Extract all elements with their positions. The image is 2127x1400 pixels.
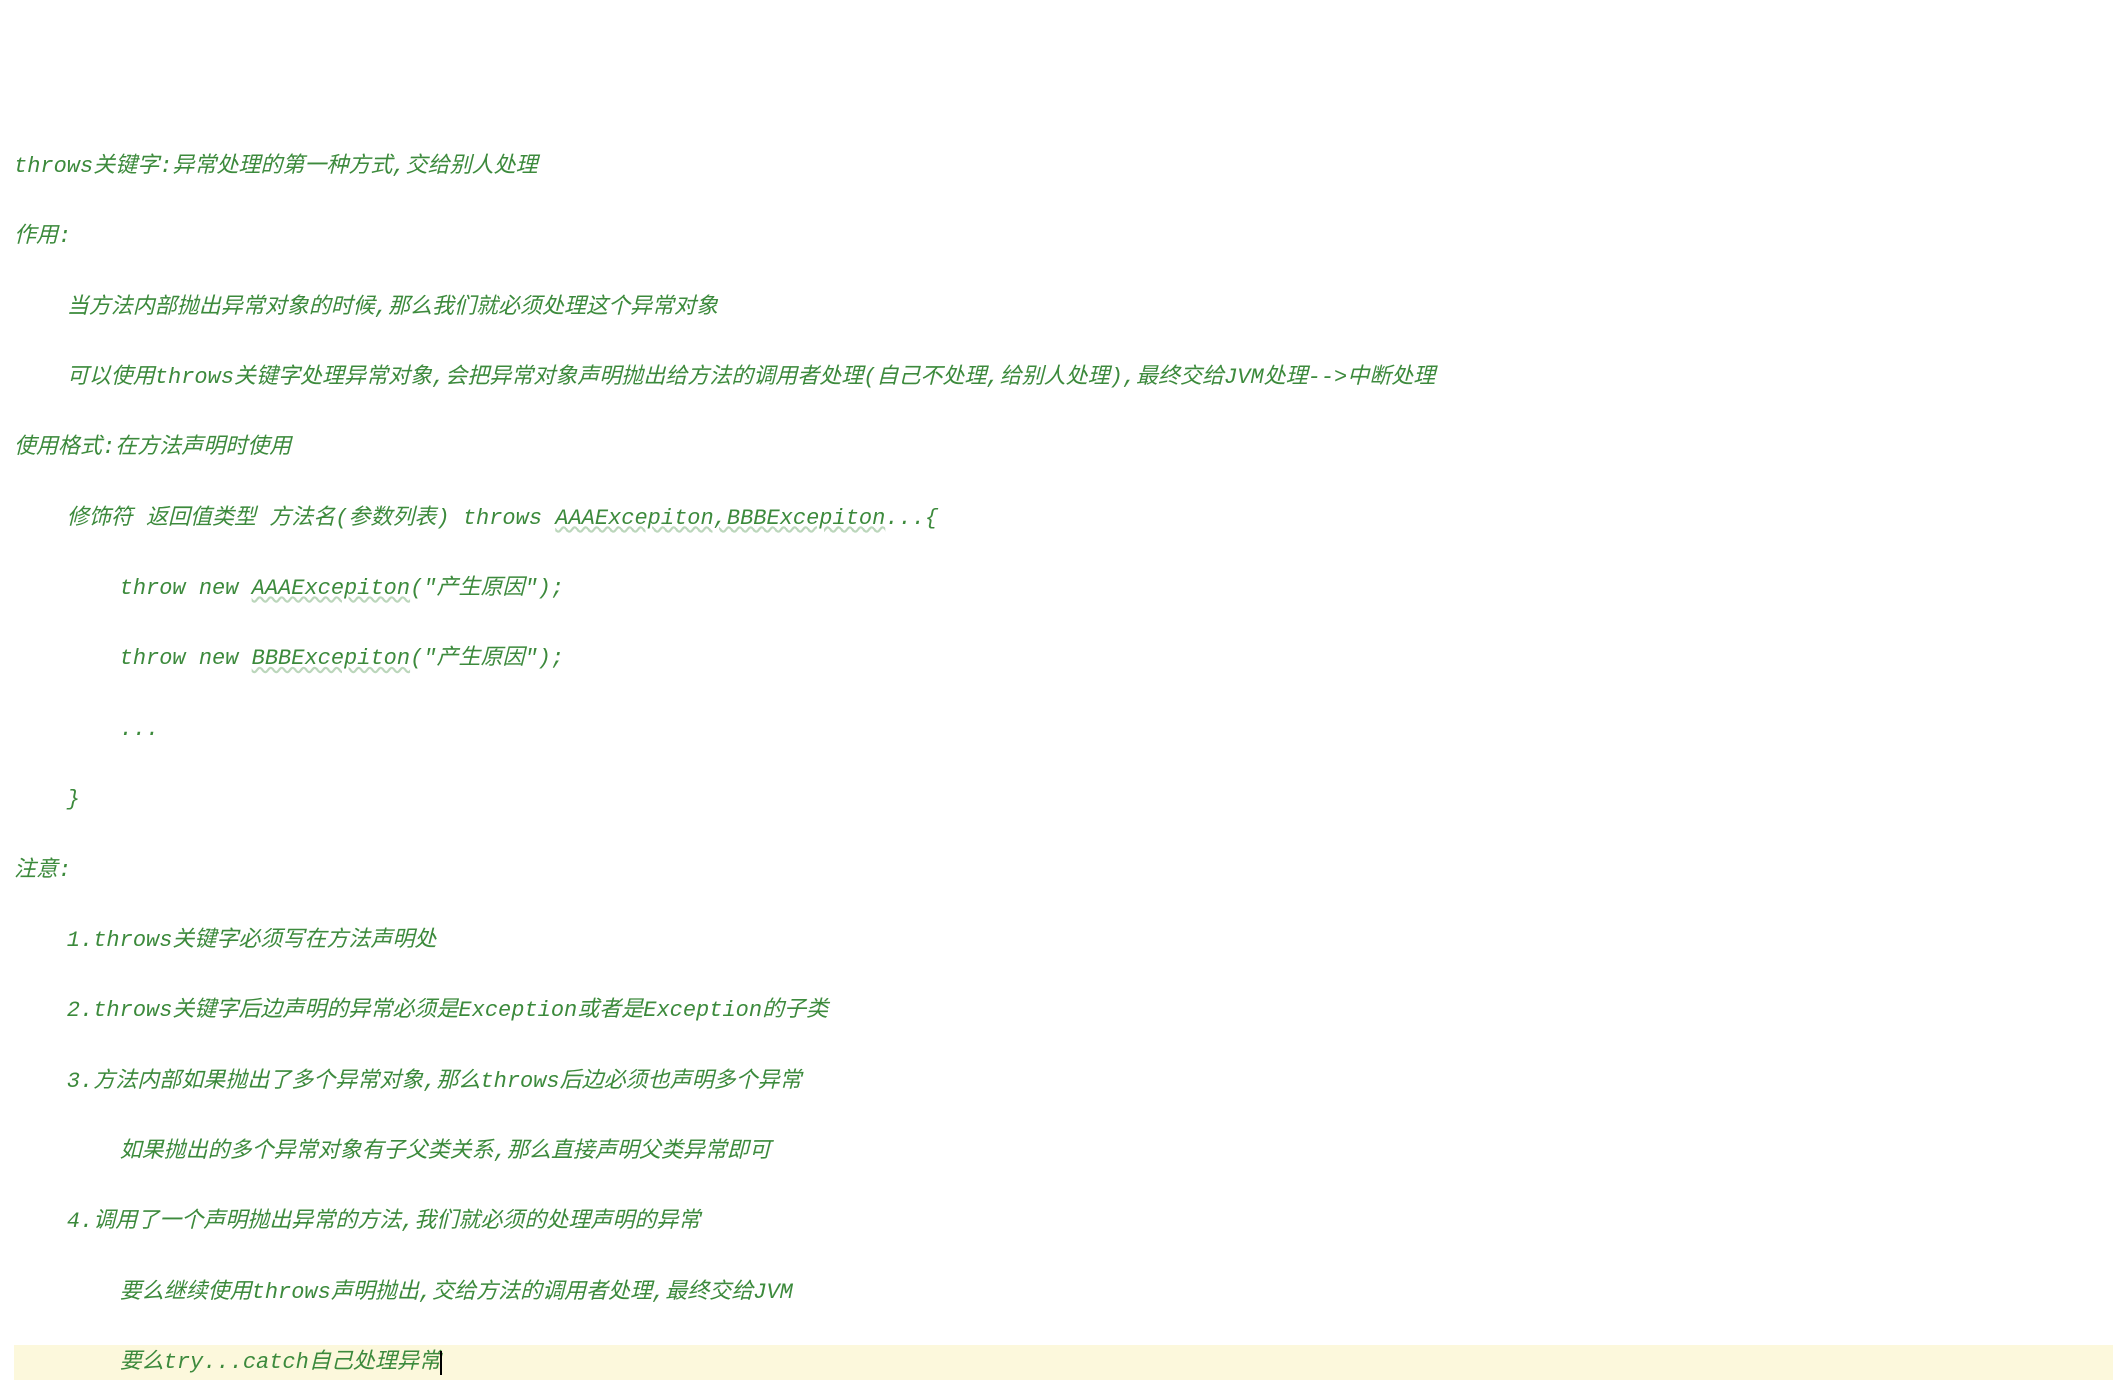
typo-underline: AAAExcepiton (252, 576, 410, 601)
text-cursor (440, 1351, 442, 1375)
code-comment-line: } (14, 782, 2113, 817)
code-comment-line: 3.方法内部如果抛出了多个异常对象,那么throws后边必须也声明多个异常 (14, 1064, 2113, 1099)
text-segment: 要么try...catch自己处理异常 (14, 1350, 441, 1375)
code-comment-line: throws关键字:异常处理的第一种方式,交给别人处理 (14, 149, 2113, 184)
text-segment: ...{ (885, 506, 938, 531)
code-comment-line: ... (14, 712, 2113, 747)
text-segment: throw new (14, 646, 252, 671)
text-segment: throw new (14, 576, 252, 601)
typo-underline: AAAExcepiton,BBBExcepiton (555, 506, 885, 531)
code-comment-line: 当方法内部抛出异常对象的时候,那么我们就必须处理这个异常对象 (14, 290, 2113, 325)
code-comment-line: 修饰符 返回值类型 方法名(参数列表) throws AAAExcepiton,… (14, 501, 2113, 536)
typo-underline: BBBExcepiton (252, 646, 410, 671)
text-segment: 修饰符 返回值类型 方法名(参数列表) throws (14, 506, 555, 531)
code-comment-line-active: 要么try...catch自己处理异常 (14, 1345, 2113, 1380)
code-comment-line: 注意: (14, 853, 2113, 888)
code-comment-line: 作用: (14, 219, 2113, 254)
code-comment-line: 要么继续使用throws声明抛出,交给方法的调用者处理,最终交给JVM (14, 1275, 2113, 1310)
text-segment: ("产生原因"); (410, 576, 564, 601)
code-comment-line: throw new BBBExcepiton("产生原因"); (14, 641, 2113, 676)
code-comment-line: 1.throws关键字必须写在方法声明处 (14, 923, 2113, 958)
code-comment-line: throw new AAAExcepiton("产生原因"); (14, 571, 2113, 606)
code-comment-line: 使用格式:在方法声明时使用 (14, 430, 2113, 465)
code-comment-line: 4.调用了一个声明抛出异常的方法,我们就必须的处理声明的异常 (14, 1204, 2113, 1239)
code-comment-line: 如果抛出的多个异常对象有子父类关系,那么直接声明父类异常即可 (14, 1134, 2113, 1169)
code-comment-line: 2.throws关键字后边声明的异常必须是Exception或者是Excepti… (14, 993, 2113, 1028)
code-comment-line: 可以使用throws关键字处理异常对象,会把异常对象声明抛出给方法的调用者处理(… (14, 360, 2113, 395)
text-segment: ("产生原因"); (410, 646, 564, 671)
